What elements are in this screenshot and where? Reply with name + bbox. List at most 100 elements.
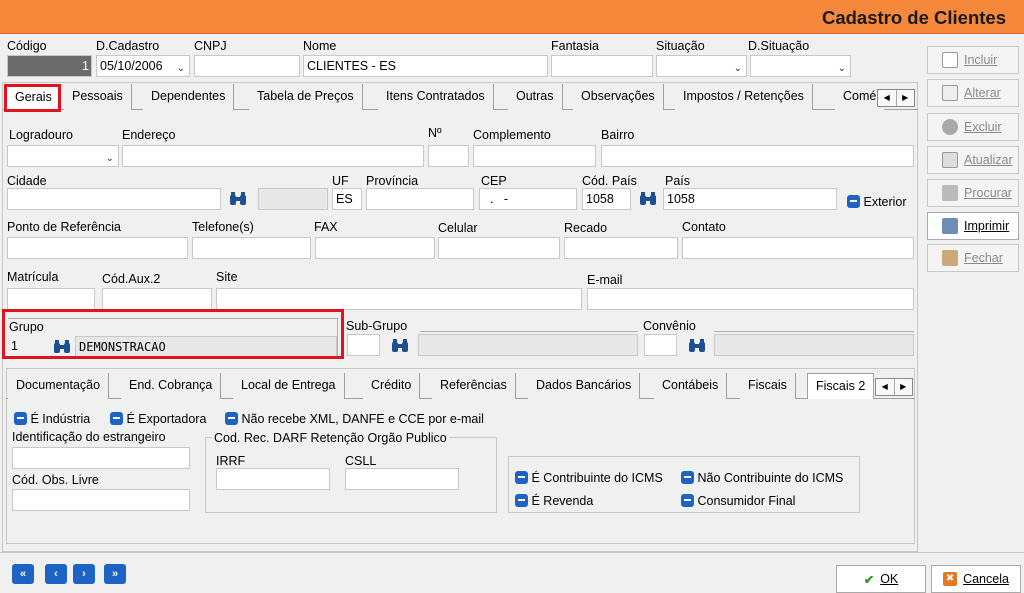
numero-field[interactable] [428,145,469,167]
binoculars-icon[interactable] [229,192,247,206]
tab-itens-contratados[interactable]: Itens Contratados [378,84,494,110]
situacao-select[interactable]: ⌄ [656,55,747,77]
atualizar-button[interactable]: Atualizar [927,146,1019,174]
incluir-button[interactable]: Incluir [927,46,1019,74]
consumidor-final-checkbox[interactable]: Consumidor Final [681,492,795,508]
main-tabs: Gerais Pessoais Dependentes Tabela de Pr… [2,84,918,110]
checkbox-icon[interactable] [225,412,238,425]
checkbox-icon[interactable] [110,412,123,425]
subtab-local-entrega[interactable]: Local de Entrega [233,373,345,399]
binoculars-icon[interactable] [639,192,657,206]
chevron-down-icon[interactable]: ⌄ [106,149,114,166]
cancel-button[interactable]: ✖ Cancela [931,565,1021,593]
imprimir-button[interactable]: Imprimir [927,212,1019,240]
subtab-dados-bancarios[interactable]: Dados Bancários [528,373,641,399]
subtab-end-cobranca[interactable]: End. Cobrança [121,373,222,399]
complemento-field[interactable] [473,145,596,167]
subtab-fiscais2[interactable]: Fiscais 2 [807,373,875,399]
chevron-down-icon[interactable]: ⌄ [177,59,185,76]
cod-pais-field[interactable]: 1058 [582,188,631,210]
procurar-button[interactable]: Procurar [927,179,1019,207]
subtab-contabeis[interactable]: Contábeis [654,373,728,399]
subtab-credito[interactable]: Crédito [363,373,421,399]
cidade-label: Cidade [7,174,47,188]
arrow-left-icon[interactable]: ◀ [876,379,895,395]
industria-checkbox[interactable]: É Indústria [14,410,90,426]
checkbox-icon[interactable] [681,494,694,507]
cnpj-field[interactable] [194,55,300,77]
dsituacao-select[interactable]: ⌄ [750,55,851,77]
ident-estrangeiro-field[interactable] [12,447,190,469]
fantasia-label: Fantasia [551,39,599,53]
alterar-button[interactable]: Alterar [927,79,1019,107]
arrow-right-icon[interactable]: ▶ [895,379,913,395]
celular-field[interactable] [438,237,560,259]
tab-dependentes[interactable]: Dependentes [143,84,235,110]
fechar-button[interactable]: Fechar [927,244,1019,272]
uf-field[interactable]: ES [332,188,362,210]
convenio-field[interactable] [644,334,677,356]
arrow-right-icon[interactable]: ▶ [897,90,915,106]
tab-pessoais[interactable]: Pessoais [64,84,132,110]
first-record-button[interactable]: « [12,564,34,584]
subtab-fiscais[interactable]: Fiscais [740,373,796,399]
site-field[interactable] [216,288,582,310]
recado-field[interactable] [564,237,678,259]
csll-field[interactable] [345,468,459,490]
revenda-checkbox[interactable]: É Revenda [515,492,593,508]
pais-field[interactable]: 1058 [663,188,837,210]
exterior-checkbox[interactable]: Exterior [847,193,907,209]
chevron-down-icon[interactable]: ⌄ [838,59,846,76]
exportadora-checkbox[interactable]: É Exportadora [110,410,206,426]
dcadastro-field[interactable]: 05/10/2006 ⌄ [96,55,190,77]
tab-tabela-precos[interactable]: Tabela de Preços [249,84,363,110]
nome-field[interactable]: CLIENTES - ES [303,55,548,77]
subtab-documentacao[interactable]: Documentação [8,373,110,399]
subtab-referencias[interactable]: Referências [432,373,516,399]
ok-label: OK [880,572,899,586]
telefone-field[interactable] [192,237,311,259]
checkbox-icon[interactable] [515,494,528,507]
checkbox-icon[interactable] [14,412,27,425]
bairro-field[interactable] [601,145,914,167]
logradouro-select[interactable]: ⌄ [7,145,119,167]
excluir-button[interactable]: Excluir [927,113,1019,141]
next-record-button[interactable]: › [73,564,95,584]
sub-grupo-field[interactable] [347,334,380,356]
tab-observacoes[interactable]: Observações [573,84,664,110]
prev-record-button[interactable]: ‹ [45,564,67,584]
fax-field[interactable] [315,237,435,259]
fantasia-field[interactable] [551,55,653,77]
cidade-field[interactable] [7,188,221,210]
tab-scroll-arrows[interactable]: ◀ ▶ [877,89,915,107]
arrow-left-icon[interactable]: ◀ [878,90,897,106]
matricula-field[interactable] [7,288,95,310]
checkbox-icon[interactable] [847,195,860,208]
endereco-field[interactable] [122,145,424,167]
binoculars-icon[interactable] [688,339,706,353]
contribuinte-icms-checkbox[interactable]: É Contribuinte do ICMS [515,469,663,485]
cep-field[interactable]: . - [479,188,577,210]
checkbox-icon[interactable] [515,471,528,484]
cod-obs-livre-field[interactable] [12,489,190,511]
highlight-grupo [2,309,344,359]
codigo-field[interactable]: 1 [7,55,92,77]
email-field[interactable] [587,288,914,310]
tab-outras[interactable]: Outras [508,84,563,110]
irrf-field[interactable] [216,468,330,490]
ok-button[interactable]: ✔ OK [836,565,926,593]
cod-obs-livre-label: Cód. Obs. Livre [12,473,99,487]
chevron-down-icon[interactable]: ⌄ [734,59,742,76]
tab-impostos[interactable]: Impostos / Retenções [675,84,813,110]
nao-recebe-checkbox[interactable]: Não recebe XML, DANFE e CCE por e-mail [225,410,484,426]
subtab-scroll-arrows[interactable]: ◀ ▶ [875,378,913,396]
contato-field[interactable] [682,237,914,259]
provincia-field[interactable] [366,188,474,210]
nao-contribuinte-icms-checkbox[interactable]: Não Contribuinte do ICMS [681,469,843,485]
last-record-button[interactable]: » [104,564,126,584]
cod-aux2-field[interactable] [102,288,212,310]
ponto-ref-field[interactable] [7,237,188,259]
checkbox-icon[interactable] [681,471,694,484]
binoculars-icon[interactable] [391,339,409,353]
nao-recebe-label: Não recebe XML, DANFE e CCE por e-mail [241,412,484,426]
